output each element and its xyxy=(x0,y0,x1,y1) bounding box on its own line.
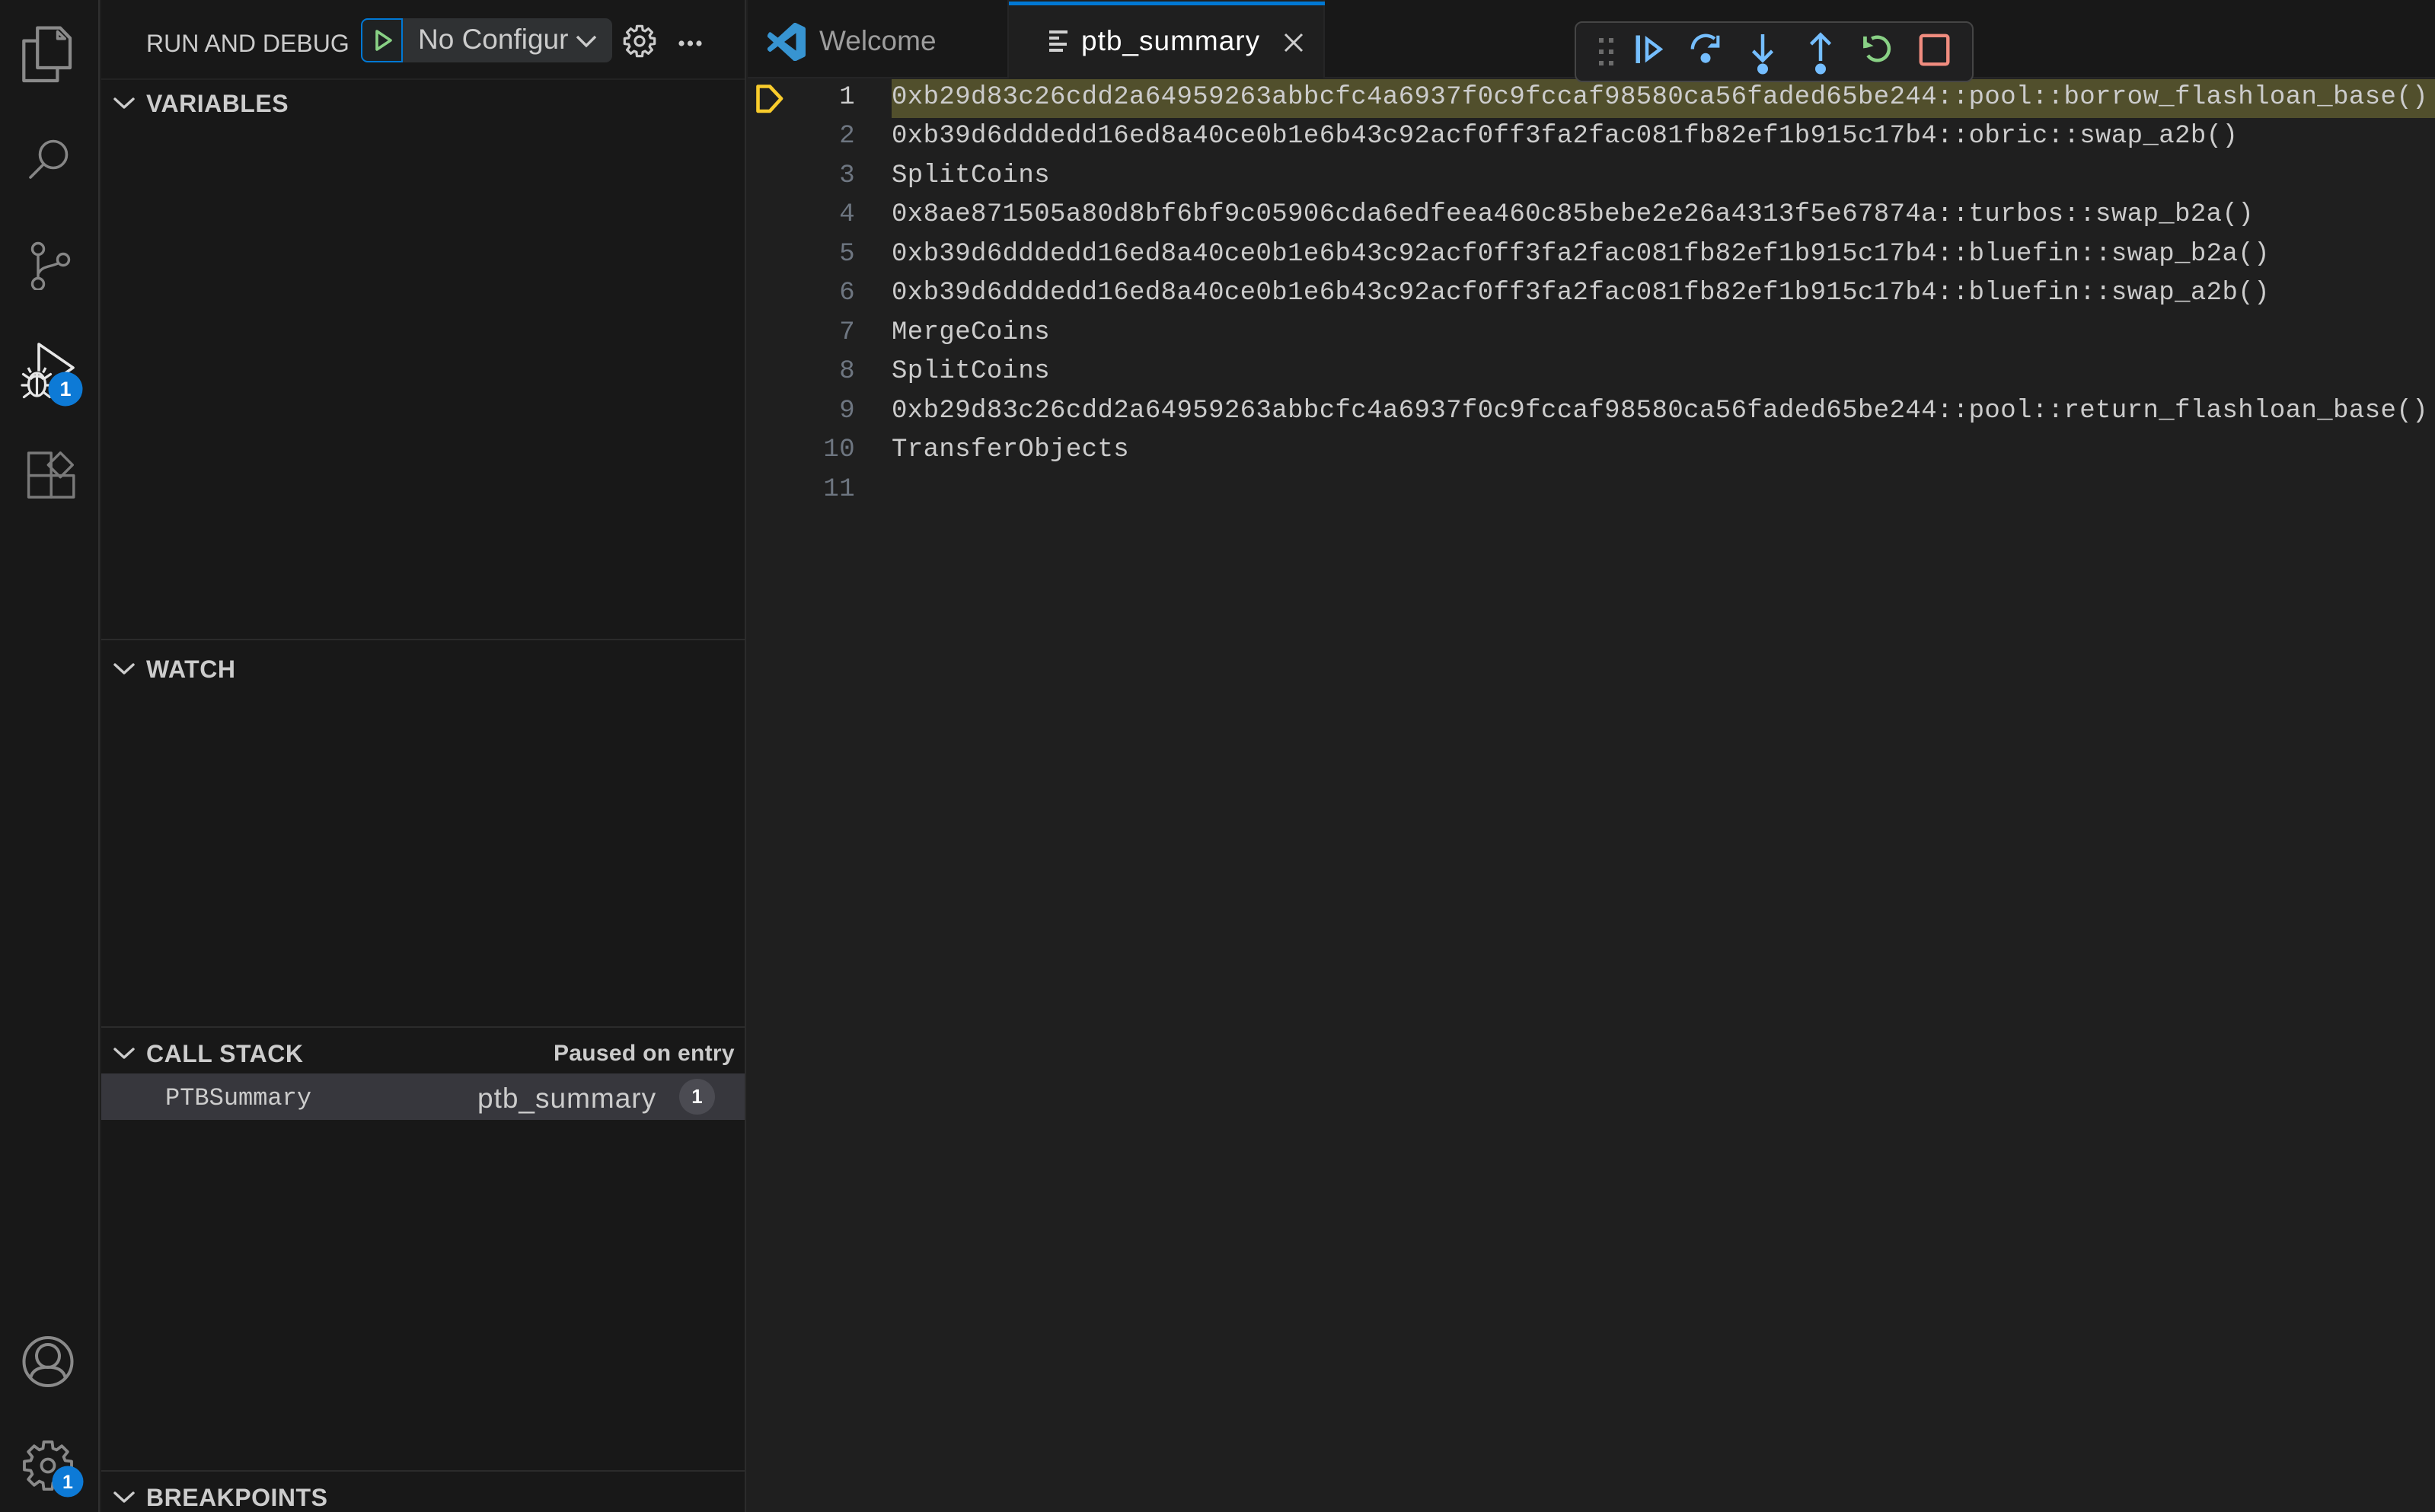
svg-text:1: 1 xyxy=(59,378,71,400)
svg-text:1: 1 xyxy=(62,1472,73,1493)
